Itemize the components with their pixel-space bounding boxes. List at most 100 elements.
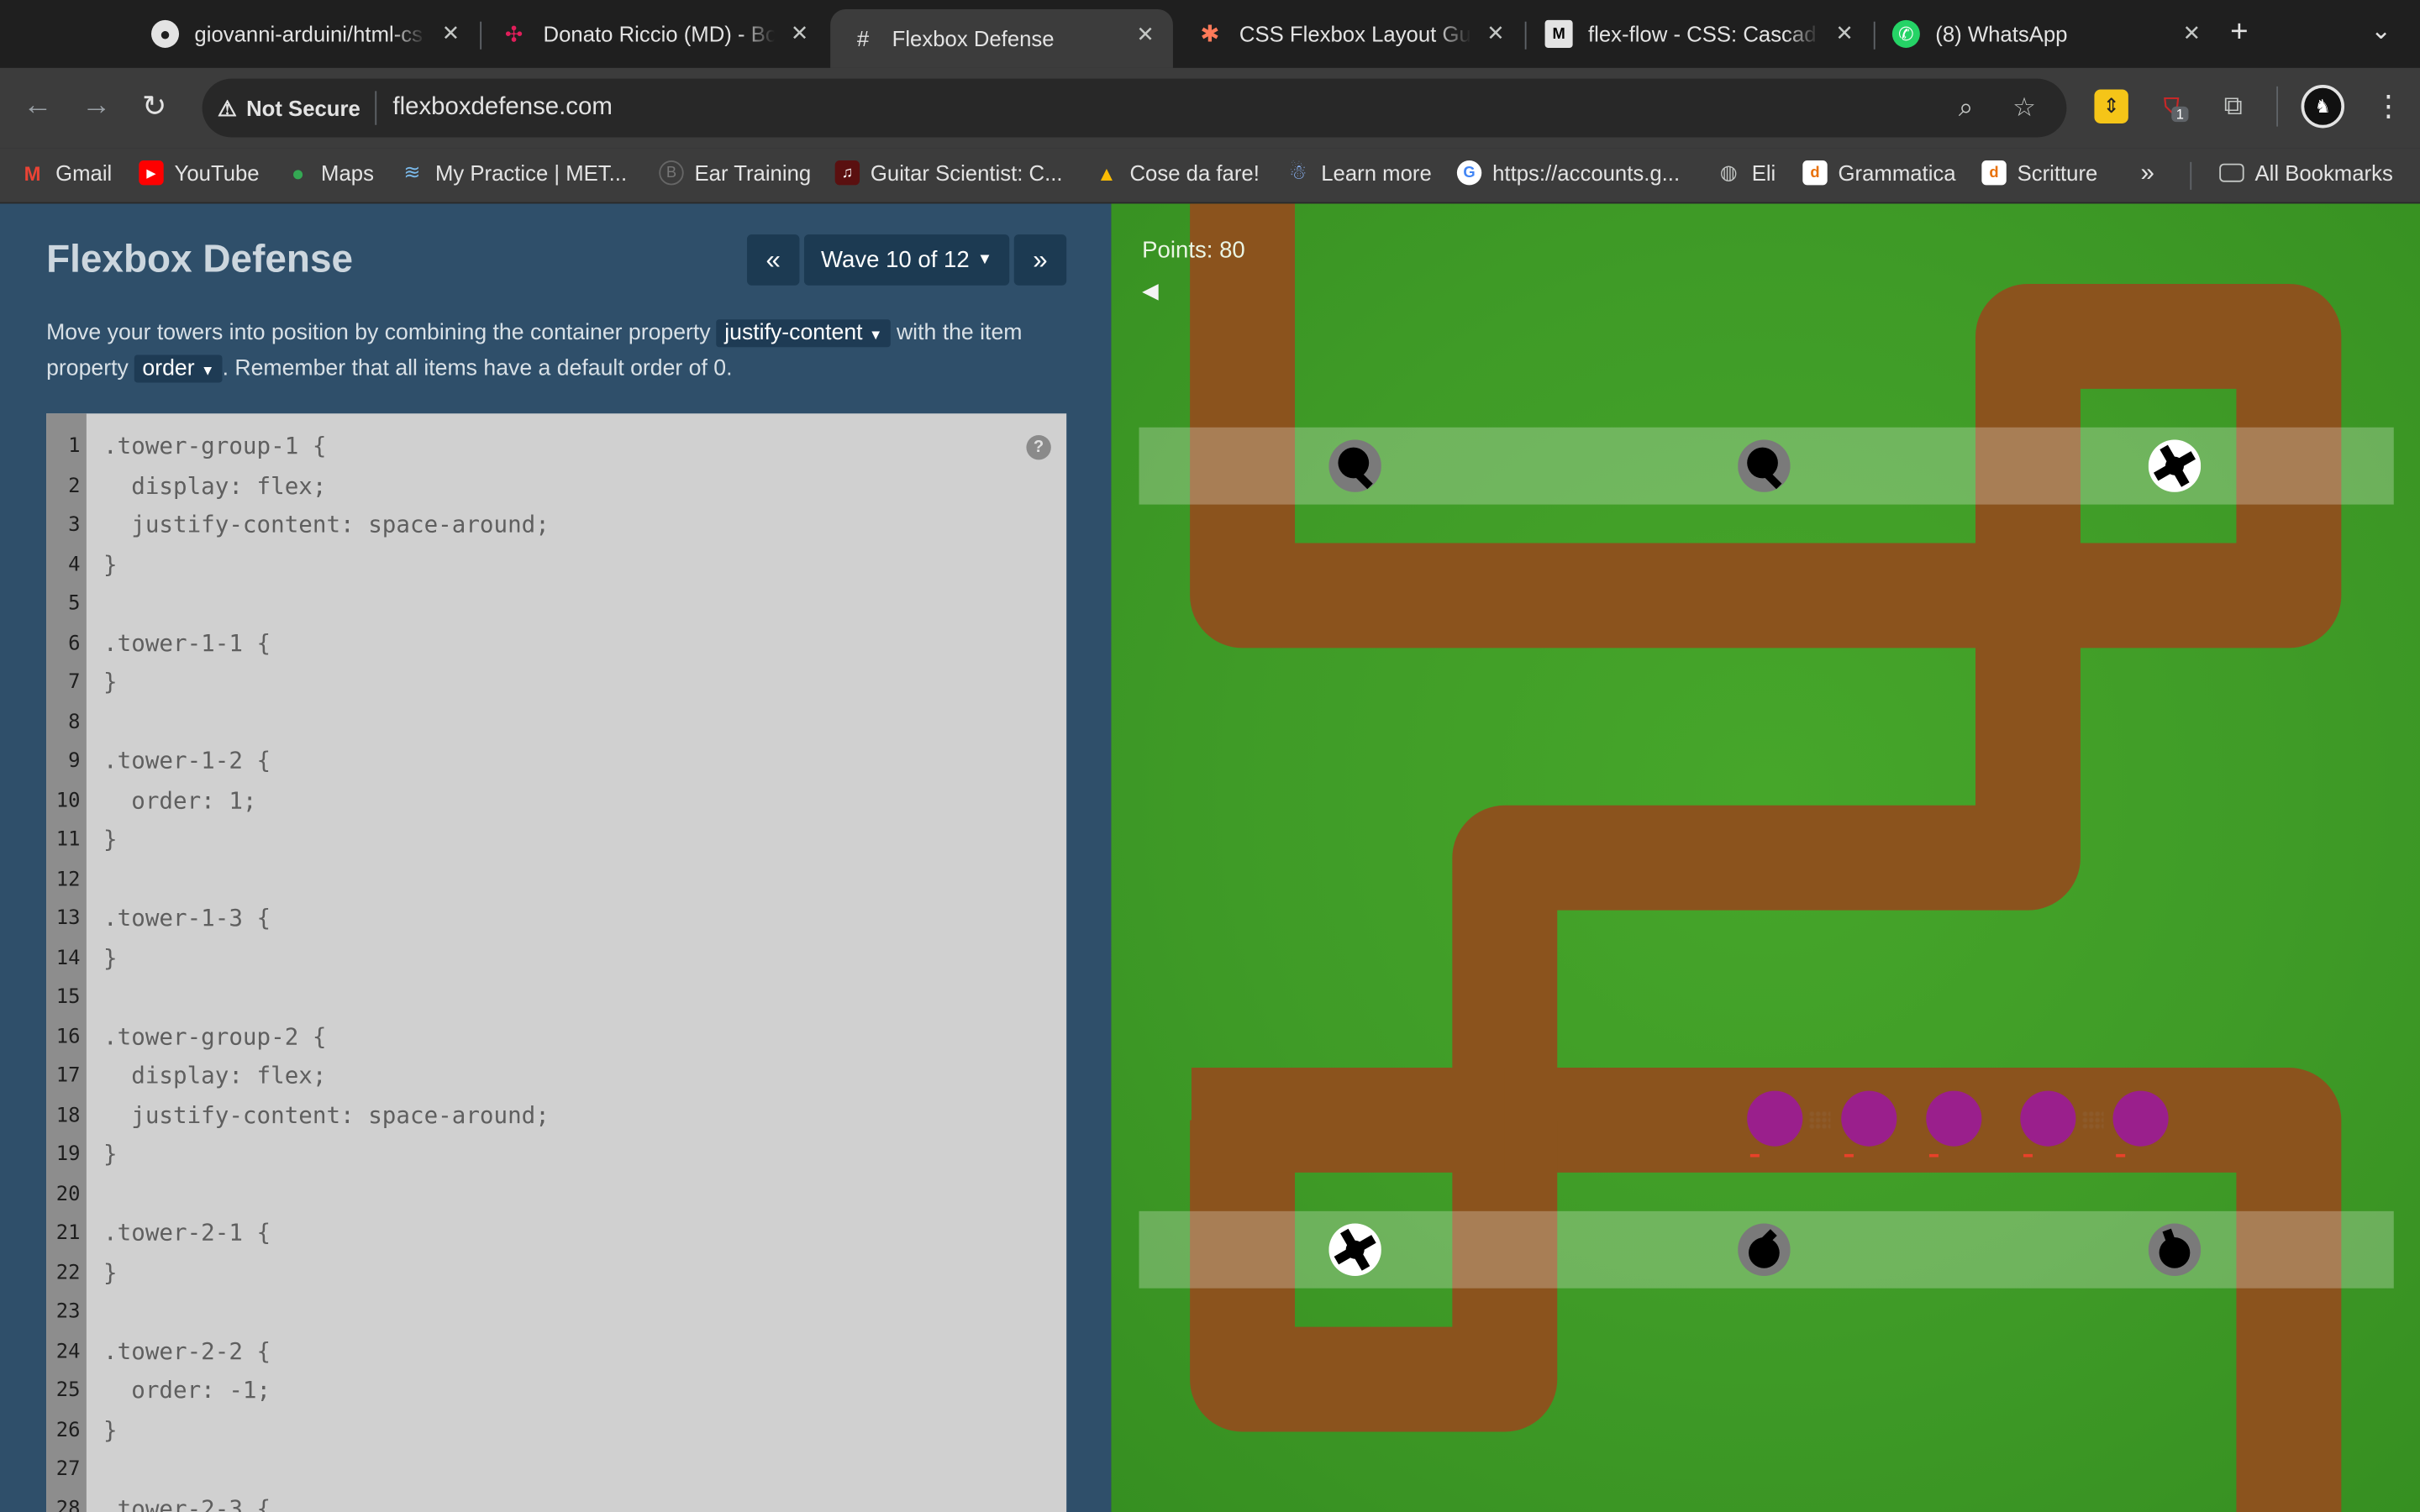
forward-icon[interactable]: →	[82, 90, 111, 123]
instructions-part: Move your towers into position by combin…	[46, 321, 711, 346]
ear-training-icon: B	[659, 160, 684, 186]
enemy	[2112, 1090, 2169, 1147]
bookmark-cose-da-fare[interactable]: ▲ Cose da fare!	[1094, 160, 1260, 185]
bookmark-label: YouTube	[174, 160, 260, 186]
practice-icon: ≋	[403, 160, 421, 184]
all-bookmarks-button[interactable]: All Bookmarks	[2219, 160, 2393, 185]
tab-github[interactable]: ● giovanni-arduini/html-cs ✕	[133, 8, 478, 60]
speaker-icon[interactable]: ◀	[1142, 278, 1159, 304]
code-line[interactable]: .tower-group-1 {	[103, 432, 326, 459]
tab-search-icon[interactable]: ⌄	[2370, 15, 2391, 46]
tab-mdn[interactable]: M flex-flow - CSS: Cascad ✕	[1527, 8, 1872, 60]
debris	[1808, 1110, 1831, 1130]
property-tag-justify-content[interactable]: justify-content ▼	[717, 319, 891, 348]
bookmark-grammatica[interactable]: d Grammatica	[1802, 160, 1956, 186]
wave-selector[interactable]: Wave 10 of 12 ▼	[803, 234, 1010, 286]
close-icon[interactable]: ✕	[791, 20, 809, 46]
bookmark-ear-training[interactable]: B Ear Training	[659, 160, 811, 186]
cannon-tower[interactable]	[1738, 1223, 1791, 1276]
code-line[interactable]: .tower-2-2 {	[103, 1337, 271, 1365]
code-line[interactable]: .tower-2-1 {	[103, 1219, 271, 1247]
code-line[interactable]: }	[103, 943, 118, 971]
code-line[interactable]: }	[103, 1415, 118, 1443]
health-bar	[1844, 1153, 1854, 1158]
bookmark-gmail[interactable]: M Gmail	[20, 160, 113, 185]
css-tricks-icon: ✱	[1200, 21, 1220, 48]
cross-tower[interactable]	[1328, 1223, 1381, 1276]
bookmark-star-icon[interactable]: ☆	[2012, 92, 2036, 123]
close-icon[interactable]: ✕	[1486, 20, 1505, 46]
health-bar	[2116, 1153, 2126, 1158]
code-line[interactable]: .tower-1-2 {	[103, 747, 271, 774]
code-line[interactable]: }	[103, 1258, 118, 1286]
address-bar[interactable]: ⚠ Not Secure flexboxdefense.com ⌕ ☆	[202, 78, 2067, 138]
close-icon[interactable]: ✕	[442, 20, 460, 46]
bookmark-label: Scritture	[2017, 160, 2098, 186]
code-line[interactable]: justify-content: space-around;	[103, 1101, 550, 1129]
tab-css-tricks[interactable]: ✱ CSS Flexbox Layout Gui ✕	[1177, 8, 1523, 60]
tab-slack[interactable]: ✣ Donato Riccio (MD) - Bo ✕	[481, 8, 827, 60]
back-icon[interactable]: ←	[24, 90, 53, 123]
code-line[interactable]: display: flex;	[103, 1062, 326, 1089]
bookmark-guitar-scientist[interactable]: ♫ Guitar Scientist: C...	[834, 160, 1063, 186]
code-line[interactable]: justify-content: space-around;	[103, 511, 550, 538]
bookmark-learn-more[interactable]: ☃ Learn more	[1286, 160, 1432, 185]
extensions-icon[interactable]: ⧉	[2217, 90, 2250, 123]
caret-down-icon: ▼	[976, 251, 993, 269]
magnifier-tower[interactable]	[1738, 439, 1791, 492]
cross-tower[interactable]	[2148, 439, 2202, 492]
enemy-path	[1190, 203, 2342, 1512]
code-line[interactable]: display: flex;	[103, 471, 326, 499]
next-wave-button[interactable]: »	[1013, 234, 1067, 286]
bookmark-maps[interactable]: ● Maps	[286, 160, 374, 185]
line-number: 10	[55, 789, 81, 813]
bookmark-label: Guitar Scientist: C...	[870, 160, 1063, 186]
url-text[interactable]: flexboxdefense.com	[392, 94, 612, 122]
line-number: 27	[55, 1457, 81, 1482]
magnifier-tower[interactable]	[1328, 439, 1381, 492]
code-line[interactable]: order: -1;	[103, 1376, 271, 1404]
css-editor[interactable]: 1 .tower-group-1 {2 display: flex; 3 justi…	[46, 413, 1067, 1512]
line-number: 26	[55, 1418, 81, 1442]
code-line[interactable]: }	[103, 1140, 118, 1168]
health-bar	[2023, 1153, 2033, 1158]
code-line[interactable]: .tower-1-1 {	[103, 628, 271, 656]
bookmark-scritture[interactable]: d Scritture	[1981, 160, 2098, 186]
maps-icon: ●	[291, 160, 305, 186]
code-line[interactable]: }	[103, 550, 118, 578]
previous-wave-button[interactable]: «	[746, 234, 800, 286]
cannon-tower[interactable]	[2148, 1223, 2202, 1276]
close-icon[interactable]: ✕	[1136, 22, 1155, 48]
close-icon[interactable]: ✕	[1835, 20, 1854, 46]
line-number: 17	[55, 1064, 81, 1088]
line-number: 5	[68, 592, 81, 616]
code-line[interactable]: .tower-2-3 {	[103, 1494, 271, 1512]
bookmark-label: https://accounts.g...	[1492, 160, 1681, 186]
close-icon[interactable]: ✕	[2183, 20, 2202, 46]
code-line[interactable]: .tower-group-2 {	[103, 1022, 326, 1050]
extension-icon[interactable]: ⇕	[2094, 89, 2128, 123]
menu-icon[interactable]: ⋮	[2374, 90, 2403, 125]
security-indicator[interactable]: ⚠ Not Secure	[218, 95, 360, 121]
line-number: 22	[55, 1261, 81, 1285]
zoom-icon[interactable]: ⌕	[1959, 92, 1974, 123]
guitar-icon: ♫	[834, 160, 860, 186]
code-line[interactable]: order: 1;	[103, 786, 256, 814]
tab-flexbox-defense[interactable]: # Flexbox Defense ✕	[830, 9, 1173, 68]
line-number: 20	[55, 1182, 81, 1206]
code-line[interactable]: }	[103, 826, 118, 853]
property-tag-order[interactable]: order ▼	[134, 354, 223, 383]
reload-icon[interactable]: ↻	[142, 90, 166, 125]
code-line[interactable]: .tower-1-3 {	[103, 904, 271, 932]
bookmark-my-practice[interactable]: ≋ My Practice | MET...	[400, 160, 627, 185]
new-tab-button[interactable]: +	[2230, 15, 2248, 50]
help-icon[interactable]: ?	[1026, 434, 1051, 460]
bookmark-youtube[interactable]: ▶ YouTube	[139, 160, 260, 186]
line-number: 4	[68, 553, 81, 577]
bookmark-eli[interactable]: ◍ Eli	[1716, 160, 1776, 185]
bookmark-accounts-google[interactable]: Ghttps://accounts.g...	[1456, 160, 1681, 186]
profile-avatar[interactable]: ♞	[2301, 85, 2344, 129]
code-line[interactable]: }	[103, 668, 118, 696]
more-bookmarks-button[interactable]: »	[2141, 160, 2154, 188]
tab-whatsapp[interactable]: ✆ (8) WhatsApp ✕	[1874, 8, 2219, 60]
